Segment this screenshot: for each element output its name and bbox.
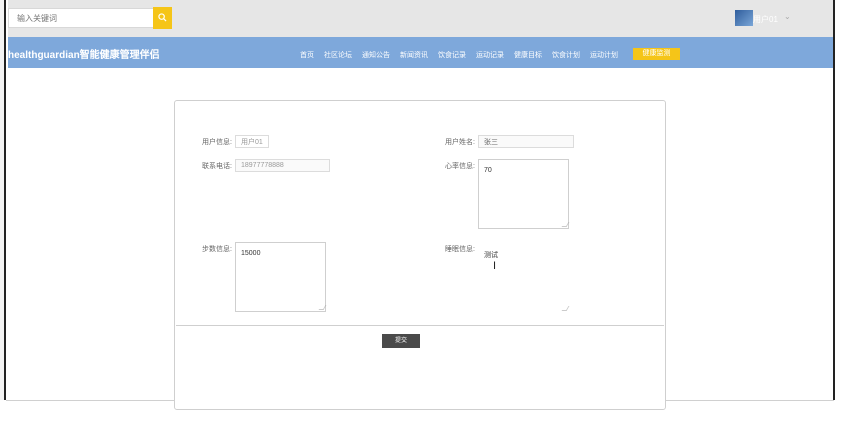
user-account-label: 用户信息: [202,139,232,146]
nav-menu: 首页 社区论坛 通知公告 新闻资讯 饮食记录 运动记录 健康目标 饮食计划 运动… [300,50,618,60]
nav-item-exercise-records[interactable]: 运动记录 [476,50,504,60]
nav-item-news[interactable]: 新闻资讯 [400,50,428,60]
nav-item-forum[interactable]: 社区论坛 [324,50,352,60]
phone-field[interactable] [235,159,330,172]
text-cursor-icon: I [493,260,497,272]
user-name-label: 用户姓名: [445,139,475,146]
chevron-down-icon[interactable]: ⌄ [784,12,791,21]
user-account-field[interactable] [235,135,269,148]
steps-textarea[interactable]: 15000 [235,242,326,312]
heart-rate-label: 心率信息: [445,163,475,170]
search-input[interactable] [17,12,147,25]
window-right-edge [833,0,835,400]
nav-bar: healthguardian智能健康管理伴侣 首页 社区论坛 通知公告 新闻资讯… [8,37,833,68]
nav-item-exercise-plan[interactable]: 运动计划 [590,50,618,60]
sleep-editor[interactable]: 测试 [484,250,498,260]
user-name[interactable]: 用户01 [753,14,778,25]
site-title[interactable]: healthguardian智能健康管理伴侣 [8,46,160,61]
steps-label: 步数信息: [202,246,232,253]
form-divider [176,325,664,326]
nav-item-diet-records[interactable]: 饮食记录 [438,50,466,60]
nav-item-health-goals[interactable]: 健康目标 [514,50,542,60]
browser-page: 用户01 ⌄ healthguardian智能健康管理伴侣 首页 社区论坛 通知… [0,0,854,421]
nav-item-diet-plan[interactable]: 饮食计划 [552,50,580,60]
search-box [8,8,164,28]
search-icon [158,13,167,22]
heart-rate-textarea[interactable]: 70 [478,159,569,229]
nav-item-notices[interactable]: 通知公告 [362,50,390,60]
submit-button[interactable]: 提交 [382,334,420,348]
search-button[interactable] [153,7,172,29]
sleep-label: 睡眠信息: [445,246,475,253]
top-bar: 用户01 ⌄ [8,0,833,37]
avatar[interactable] [735,10,753,26]
nav-item-home[interactable]: 首页 [300,50,314,60]
phone-label: 联系电话: [202,163,232,170]
user-name-field[interactable] [478,135,574,148]
nav-item-health-monitoring[interactable]: 健康监测 [633,48,680,60]
window-left-edge [0,0,6,400]
